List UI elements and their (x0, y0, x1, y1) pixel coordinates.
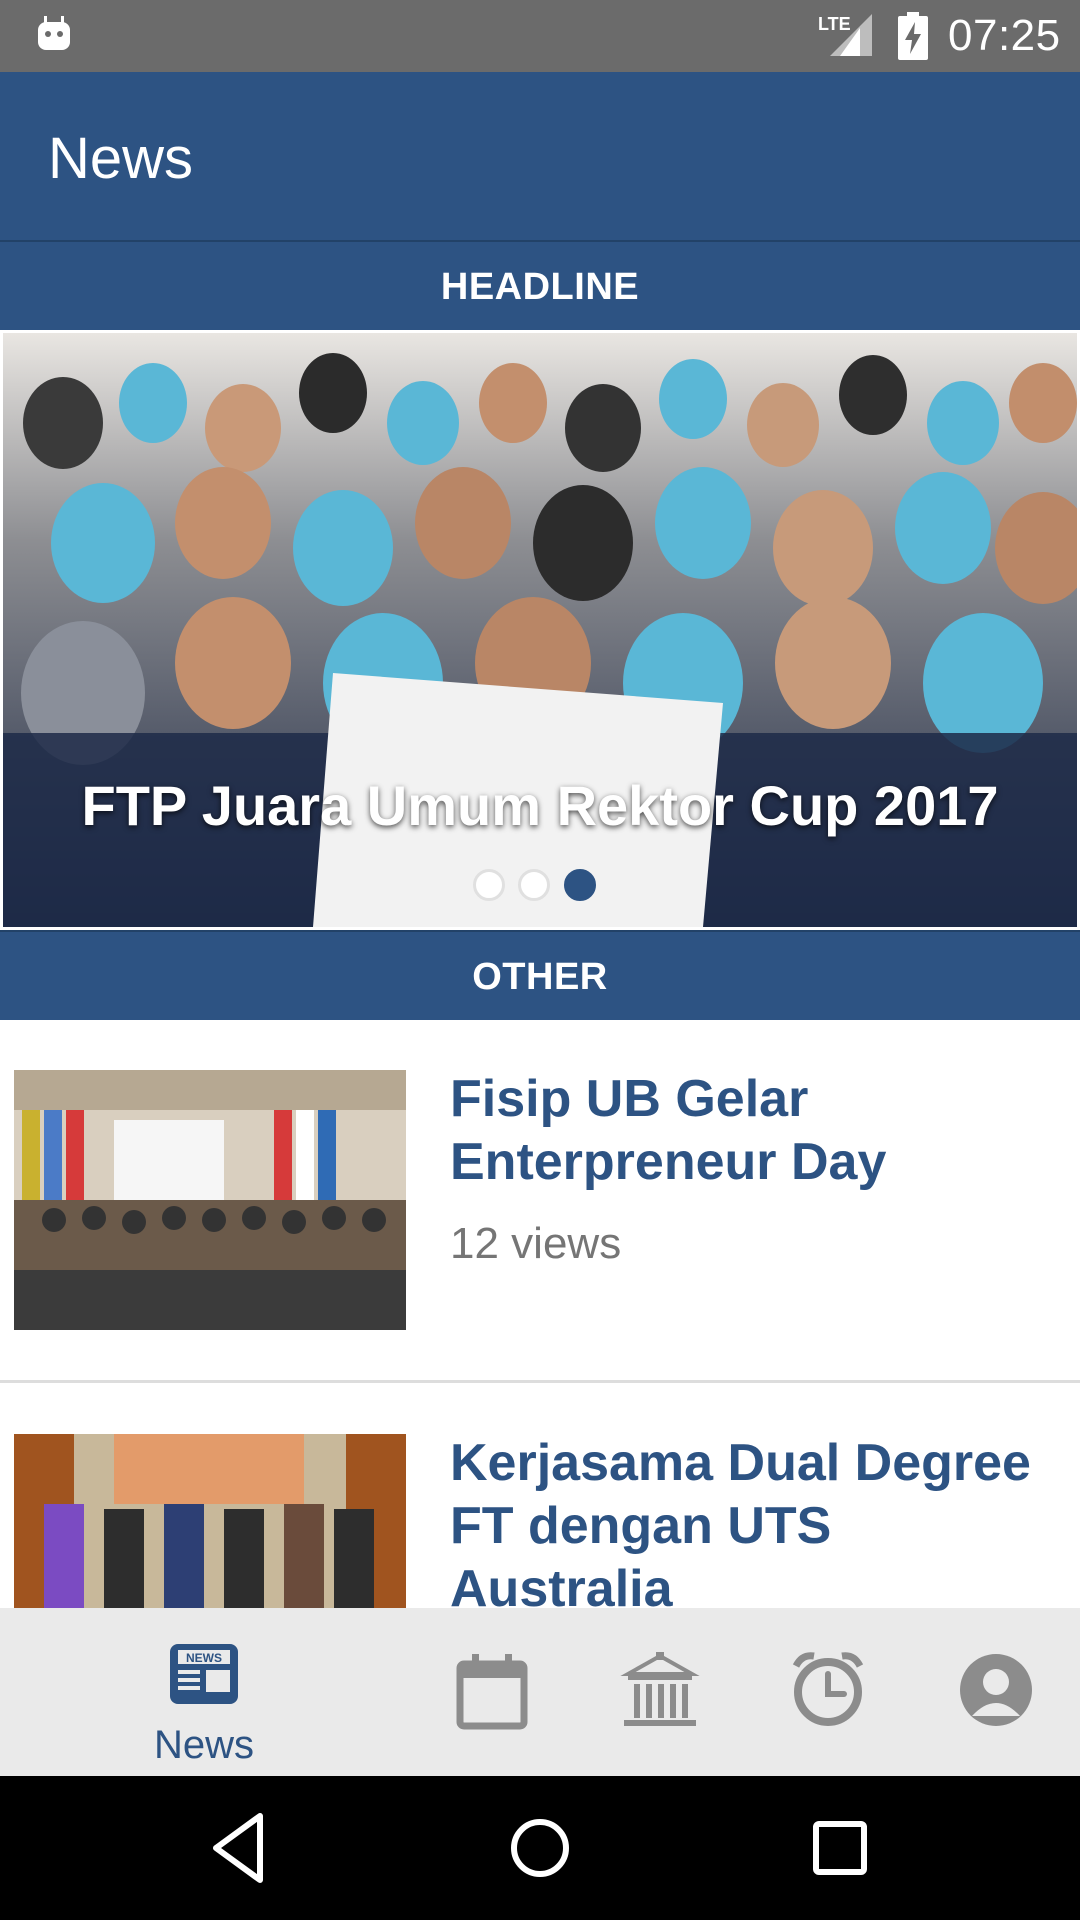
nav-item-alarm[interactable] (744, 1608, 912, 1776)
page-title: News (48, 126, 194, 191)
bottom-navigation: NEWS News (0, 1608, 1080, 1776)
carousel-dot-1[interactable] (473, 869, 505, 901)
system-navigation-bar (0, 1776, 1080, 1920)
section-header-headline: HEADLINE (0, 240, 1080, 332)
list-divider (0, 1380, 1080, 1383)
list-item[interactable]: Fisip UB Gelar Enterpreneur Day 12 views (0, 1020, 1080, 1380)
nav-item-profile[interactable] (912, 1608, 1080, 1776)
news-icon: NEWS (170, 1644, 238, 1704)
alarm-clock-icon (792, 1652, 864, 1726)
recents-icon[interactable] (802, 1810, 878, 1886)
status-time: 07:25 (948, 11, 1061, 60)
nav-label-news: News (153, 1723, 255, 1767)
headline-carousel[interactable]: FTP Juara Umum Rektor Cup 2017 (0, 330, 1080, 930)
nav-item-calendar[interactable] (408, 1608, 576, 1776)
news-title[interactable]: Kerjasama Dual Degree FT dengan UTS Aust… (450, 1432, 1050, 1621)
headline-image[interactable]: FTP Juara Umum Rektor Cup 2017 (3, 333, 1077, 927)
profile-icon (960, 1654, 1032, 1726)
battery-charging-icon (898, 12, 928, 60)
lte-label: LTE (818, 14, 851, 34)
nav-item-news[interactable]: NEWS News (120, 1608, 288, 1776)
building-icon (620, 1652, 700, 1726)
news-thumbnail[interactable] (14, 1070, 406, 1330)
news-title[interactable]: Fisip UB Gelar Enterpreneur Day (450, 1068, 1050, 1194)
home-icon[interactable] (502, 1810, 578, 1886)
lte-signal-icon: LTE (818, 14, 872, 56)
svg-text:NEWS: NEWS (186, 1651, 222, 1665)
status-bar: LTE 07:25 (0, 0, 1080, 72)
news-thumbnail-photo (14, 1070, 406, 1330)
carousel-dot-2[interactable] (518, 869, 550, 901)
news-views: 12 views (450, 1219, 622, 1268)
nav-item-building[interactable] (576, 1608, 744, 1776)
carousel-dot-3[interactable] (564, 869, 596, 901)
section-header-other: OTHER (0, 930, 1080, 1022)
headline-title[interactable]: FTP Juara Umum Rektor Cup 2017 (3, 771, 1077, 841)
back-icon[interactable] (204, 1810, 280, 1886)
calendar-icon (456, 1654, 528, 1730)
android-notification-icon (38, 16, 70, 50)
